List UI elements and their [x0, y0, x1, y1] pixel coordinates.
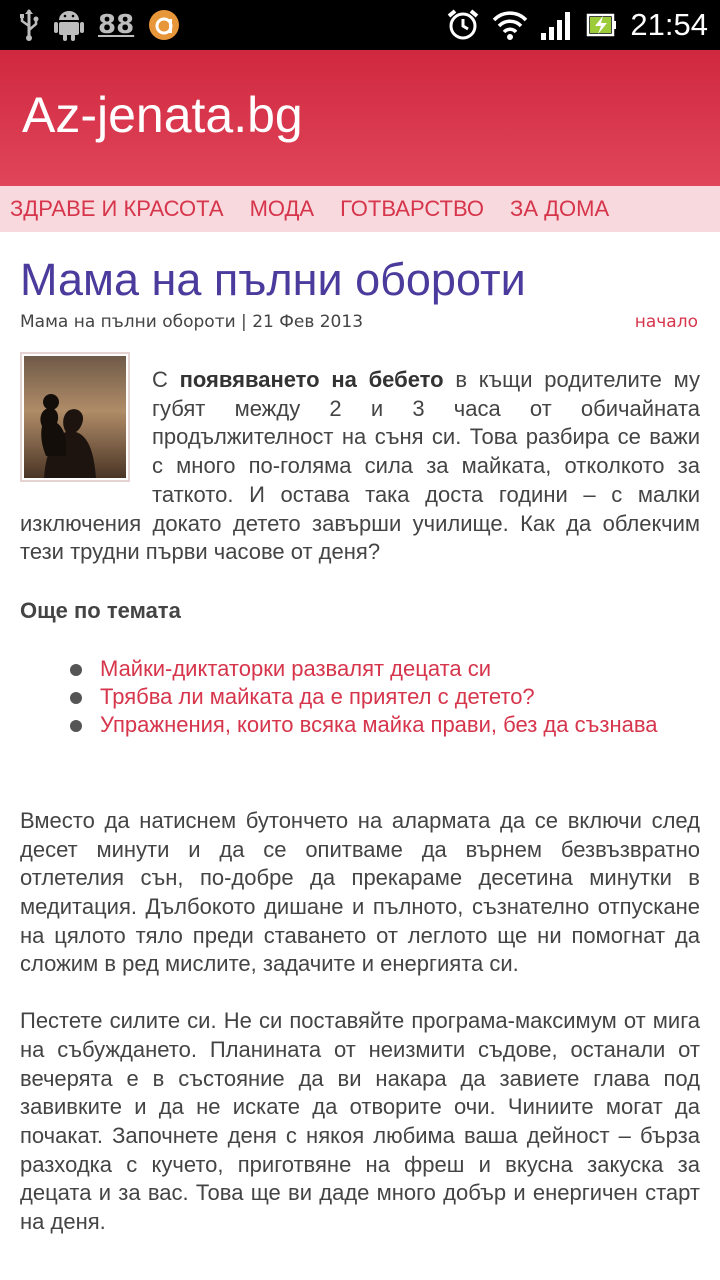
- site-title[interactable]: Az-jenata.bg: [22, 86, 303, 144]
- article-thumbnail: [20, 352, 130, 482]
- status-bar: 88 21:54: [0, 0, 720, 50]
- intro-prefix: С: [152, 367, 180, 392]
- related-link[interactable]: Упражнения, които всяка майка прави, без…: [70, 711, 700, 739]
- bullet-icon: [70, 663, 82, 676]
- related-link-label[interactable]: Упражнения, които всяка майка прави, без…: [100, 712, 658, 737]
- signal-icon: [540, 9, 574, 41]
- nav-item-home[interactable]: ЗА ДОМА: [510, 196, 609, 222]
- app-circle-icon: [148, 9, 180, 41]
- alarm-icon: [446, 8, 480, 42]
- article-meta-row: Мама на пълни обороти | 21 Фев 2013 нача…: [20, 308, 700, 338]
- clock-time: 21:54: [630, 7, 708, 42]
- intro-bold: появяването на бебето: [179, 367, 444, 392]
- article: Мама на пълни обороти Мама на пълни обор…: [20, 232, 700, 1237]
- android-debug-icon: [54, 8, 84, 42]
- site-header: Az-jenata.bg: [0, 50, 720, 186]
- article-meta: Мама на пълни обороти | 21 Фев 2013: [20, 312, 364, 332]
- related-list: Майки-диктаторки развалят децата си Тряб…: [20, 655, 700, 739]
- bullet-icon: [70, 719, 82, 732]
- article-paragraph: Пестете силите си. Не си поставяйте прог…: [20, 1008, 700, 1235]
- related-heading: Още по темата: [20, 597, 181, 623]
- related-link[interactable]: Трябва ли майката да е приятел с детето?: [70, 683, 700, 711]
- nav-item-cooking[interactable]: ГОТВАРСТВО: [340, 196, 484, 222]
- home-link[interactable]: начало: [635, 312, 698, 332]
- nav-item-fashion[interactable]: МОДА: [250, 196, 315, 222]
- category-nav: ЗДРАВЕ И КРАСОТА МОДА ГОТВАРСТВО ЗА ДОМА: [0, 186, 720, 232]
- article-paragraph: Вместо да натиснем бутончето на алармата…: [20, 807, 700, 977]
- nav-item-health-beauty[interactable]: ЗДРАВЕ И КРАСОТА: [10, 196, 224, 222]
- battery-charging-icon: [586, 11, 618, 39]
- article-title: Мама на пълни обороти: [20, 254, 526, 305]
- bullet-icon: [70, 691, 82, 704]
- related-link[interactable]: Майки-диктаторки развалят децата си: [70, 655, 700, 683]
- notification-88-icon: 88: [98, 10, 135, 40]
- related-link-label[interactable]: Трябва ли майката да е приятел с детето?: [100, 684, 535, 709]
- wifi-icon: [492, 9, 528, 41]
- related-link-label[interactable]: Майки-диктаторки развалят децата си: [100, 656, 491, 681]
- usb-icon: [18, 8, 40, 42]
